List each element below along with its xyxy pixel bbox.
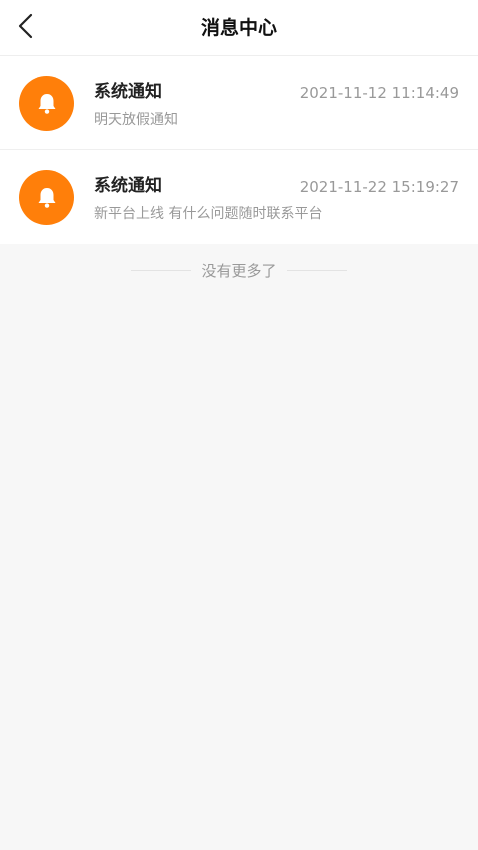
notification-avatar: [19, 76, 74, 131]
notification-avatar: [19, 170, 74, 225]
no-more-text: 没有更多了: [201, 261, 277, 280]
page-title: 消息中心: [200, 17, 277, 39]
message-body: 新平台上线 有什么问题随时联系平台: [94, 206, 323, 222]
message-body: 明天放假通知: [94, 112, 178, 128]
divider-line: [131, 269, 192, 271]
bell-icon: [38, 187, 55, 208]
message-title: 系统通知: [94, 82, 162, 102]
back-button[interactable]: [8, 8, 44, 44]
message-item[interactable]: 系统通知 2021-11-22 15:19:27 新平台上线 有什么问题随时联系…: [0, 150, 478, 244]
divider-line: [286, 269, 347, 271]
header-bar: 消息中心: [0, 0, 478, 56]
no-more-indicator: 没有更多了: [0, 244, 478, 296]
bell-icon: [38, 93, 55, 114]
message-time: 2021-11-12 11:14:49: [299, 84, 459, 102]
message-title: 系统通知: [94, 176, 162, 196]
message-list: 系统通知 2021-11-12 11:14:49 明天放假通知 系统通知 202…: [0, 56, 478, 244]
message-time: 2021-11-22 15:19:27: [299, 178, 459, 196]
chevron-left-icon: [18, 13, 33, 39]
message-item[interactable]: 系统通知 2021-11-12 11:14:49 明天放假通知: [0, 56, 478, 150]
